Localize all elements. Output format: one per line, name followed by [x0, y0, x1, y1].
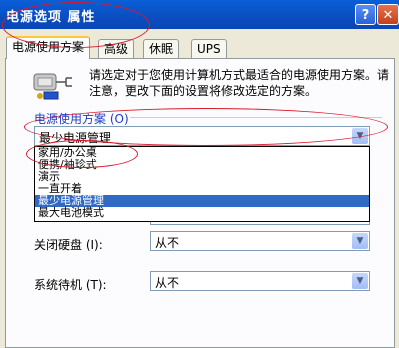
standby-select[interactable]: 从不 ▼ — [150, 271, 370, 291]
tab-ups[interactable]: UPS — [191, 39, 227, 58]
group-divider — [130, 117, 382, 118]
hard-disk-select[interactable]: 从不 ▼ — [150, 231, 370, 251]
tab-advanced[interactable]: 高级 — [98, 39, 135, 58]
scheme-select[interactable]: 最少电源管理 ▼ — [34, 126, 370, 146]
window-title: 电源选项 属性 — [6, 10, 96, 25]
title-bar[interactable]: 电源选项 属性 ? ✕ — [0, 0, 399, 29]
dropdown-option[interactable]: 便携/袖珍式 — [35, 159, 369, 171]
description-text: 请选定对于您使用计算机方式最适合的电源使用方案。请注意，更改下面的设置将修改选定… — [89, 68, 390, 98]
close-button[interactable]: ✕ — [377, 4, 399, 25]
tab-hibernate[interactable]: 休眠 — [143, 39, 180, 58]
chevron-down-icon[interactable]: ▼ — [352, 128, 368, 144]
power-plug-icon — [33, 73, 72, 100]
dropdown-option[interactable]: 最大电池模式 — [35, 207, 369, 219]
hard-disk-label: 关闭硬盘 (I): — [34, 238, 103, 252]
tab-power-schemes[interactable]: 电源使用方案 — [6, 36, 91, 59]
hard-disk-value: 从不 — [155, 236, 180, 250]
scheme-dropdown-list[interactable]: 家用/办公桌 便携/袖珍式 演示 一直开着 最少电源管理 最大电池模式 — [34, 146, 370, 222]
help-button[interactable]: ? — [355, 4, 376, 25]
scheme-select-value: 最少电源管理 — [39, 131, 112, 145]
standby-label: 系统待机 (T): — [34, 278, 107, 292]
chevron-down-icon[interactable]: ▼ — [352, 233, 368, 249]
dropdown-option[interactable]: 演示 — [35, 171, 369, 183]
scheme-group-label: 电源使用方案 (O) — [34, 112, 129, 126]
chevron-down-icon[interactable]: ▼ — [352, 273, 368, 289]
standby-value: 从不 — [155, 276, 180, 290]
